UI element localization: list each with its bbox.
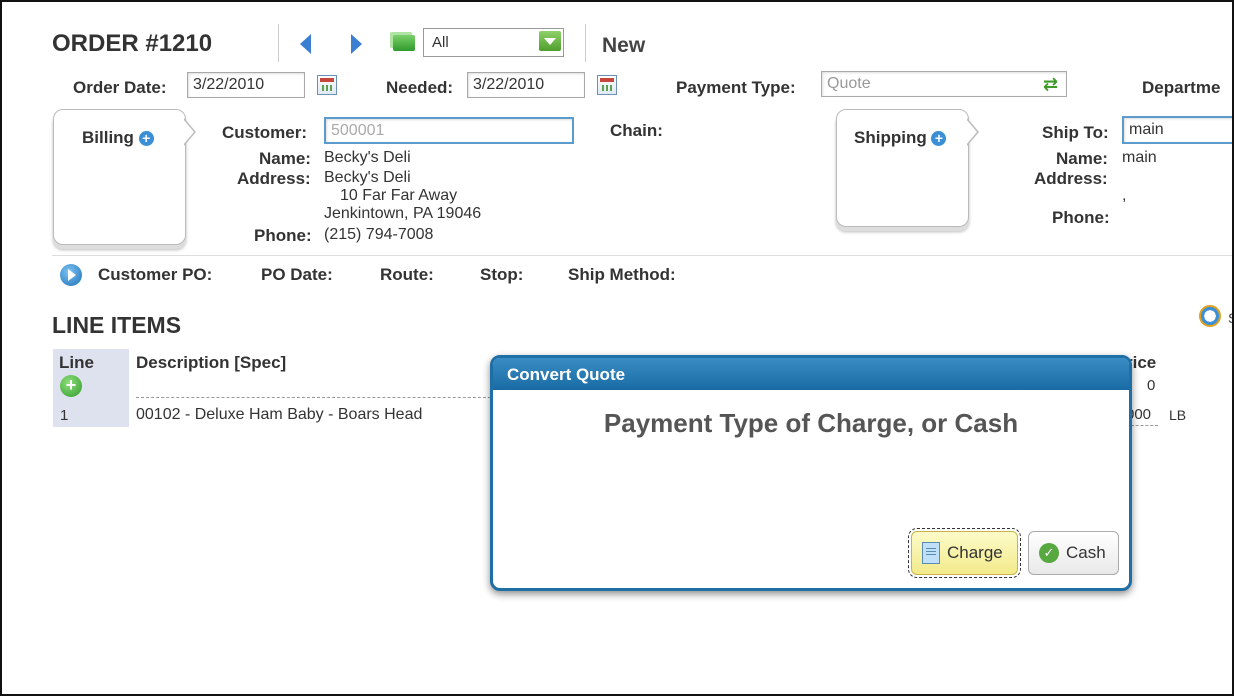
ship-method-label: Ship Method:	[568, 265, 676, 284]
stop-label: Stop:	[480, 265, 524, 284]
tab-pointer	[183, 118, 196, 146]
ship-to-input[interactable]: main	[1122, 116, 1232, 144]
calendar-icon[interactable]	[597, 75, 617, 95]
billing-phone-label: Phone:	[254, 226, 312, 245]
billing-tab-label: Billing	[82, 128, 134, 147]
needed-date-input[interactable]: 3/22/2010	[467, 72, 585, 98]
customer-po-label: Customer PO:	[98, 265, 213, 284]
description-column-header: Description [Spec]	[136, 353, 287, 372]
chevron-down-icon[interactable]	[539, 31, 561, 51]
convert-quote-dialog: Convert Quote Payment Type of Charge, or…	[490, 355, 1132, 591]
shipping-address-value: ,	[1122, 187, 1127, 204]
billing-address-label: Address:	[237, 169, 311, 188]
billing-name-label: Name:	[259, 149, 311, 168]
po-date-label: PO Date:	[261, 265, 333, 284]
customer-input[interactable]: 500001	[324, 117, 574, 144]
divider	[52, 255, 1232, 256]
clock-icon[interactable]	[1199, 305, 1221, 327]
calendar-icon[interactable]	[317, 75, 337, 95]
filter-select[interactable]: All	[423, 28, 564, 57]
cash-button[interactable]: ✓ Cash	[1028, 531, 1119, 575]
row-unit: LB	[1169, 407, 1187, 423]
document-icon	[922, 542, 940, 564]
billing-address-line1: Becky's Deli	[324, 169, 411, 186]
schedule-label: S	[1228, 310, 1232, 326]
shipping-tab-label: Shipping	[854, 128, 927, 147]
dashed-divider	[136, 397, 496, 398]
check-icon: ✓	[1039, 543, 1059, 563]
customer-label: Customer:	[222, 123, 308, 142]
line-items-title: LINE ITEMS	[52, 312, 182, 338]
dialog-title: Convert Quote	[493, 358, 1129, 390]
add-line-icon[interactable]: +	[60, 375, 82, 397]
billing-address-line3: Jenkintown, PA 19046	[324, 205, 482, 222]
line-column-header: Line	[59, 353, 94, 372]
order-title: ORDER #1210	[52, 30, 213, 57]
swap-arrows-icon[interactable]: ⇄	[1043, 74, 1058, 95]
shipping-address-label: Address:	[1034, 169, 1108, 188]
billing-tab[interactable]: Billing +	[53, 109, 186, 245]
charge-button[interactable]: Charge	[908, 528, 1021, 578]
billing-phone-value: (215) 794-7008	[324, 226, 434, 243]
cash-button-label: Cash	[1066, 543, 1106, 562]
stack-icon[interactable]	[393, 35, 415, 51]
dialog-message: Payment Type of Charge, or Cash	[603, 408, 1019, 438]
row-line-number: 1	[60, 407, 69, 424]
filter-select-value: All	[432, 34, 449, 51]
department-label: Departme	[1142, 78, 1221, 97]
add-shipping-icon[interactable]: +	[931, 131, 947, 147]
shipping-phone-label: Phone:	[1052, 208, 1110, 227]
order-date-label: Order Date:	[73, 78, 167, 97]
billing-address-line2: 10 Far Far Away	[340, 187, 458, 204]
divider	[278, 24, 279, 62]
row-description[interactable]: 00102 - Deluxe Ham Baby - Boars Head	[136, 406, 422, 424]
app-window: ORDER #1210 All New Order Date: 3/22/201…	[0, 0, 1234, 696]
price-header-value: 0	[1147, 377, 1156, 394]
order-date-input[interactable]: 3/22/2010	[187, 72, 305, 98]
payment-type-label: Payment Type:	[676, 78, 796, 97]
needed-label: Needed:	[386, 78, 454, 97]
expand-icon[interactable]	[60, 264, 82, 286]
shipping-name-label: Name:	[1056, 149, 1108, 168]
ship-to-label: Ship To:	[1042, 123, 1109, 142]
billing-name-value: Becky's Deli	[324, 149, 411, 166]
add-billing-icon[interactable]: +	[138, 131, 154, 147]
order-status: New	[602, 34, 646, 57]
divider	[585, 24, 586, 62]
chain-label: Chain:	[610, 121, 663, 140]
previous-arrow-icon[interactable]	[300, 34, 311, 54]
shipping-tab[interactable]: Shipping +	[836, 109, 969, 227]
shipping-name-value: main	[1122, 149, 1157, 166]
charge-button-label: Charge	[947, 543, 1003, 562]
next-arrow-icon[interactable]	[351, 34, 362, 54]
route-label: Route:	[380, 265, 434, 284]
payment-type-input[interactable]: Quote	[821, 71, 1067, 97]
tab-pointer	[966, 118, 979, 146]
